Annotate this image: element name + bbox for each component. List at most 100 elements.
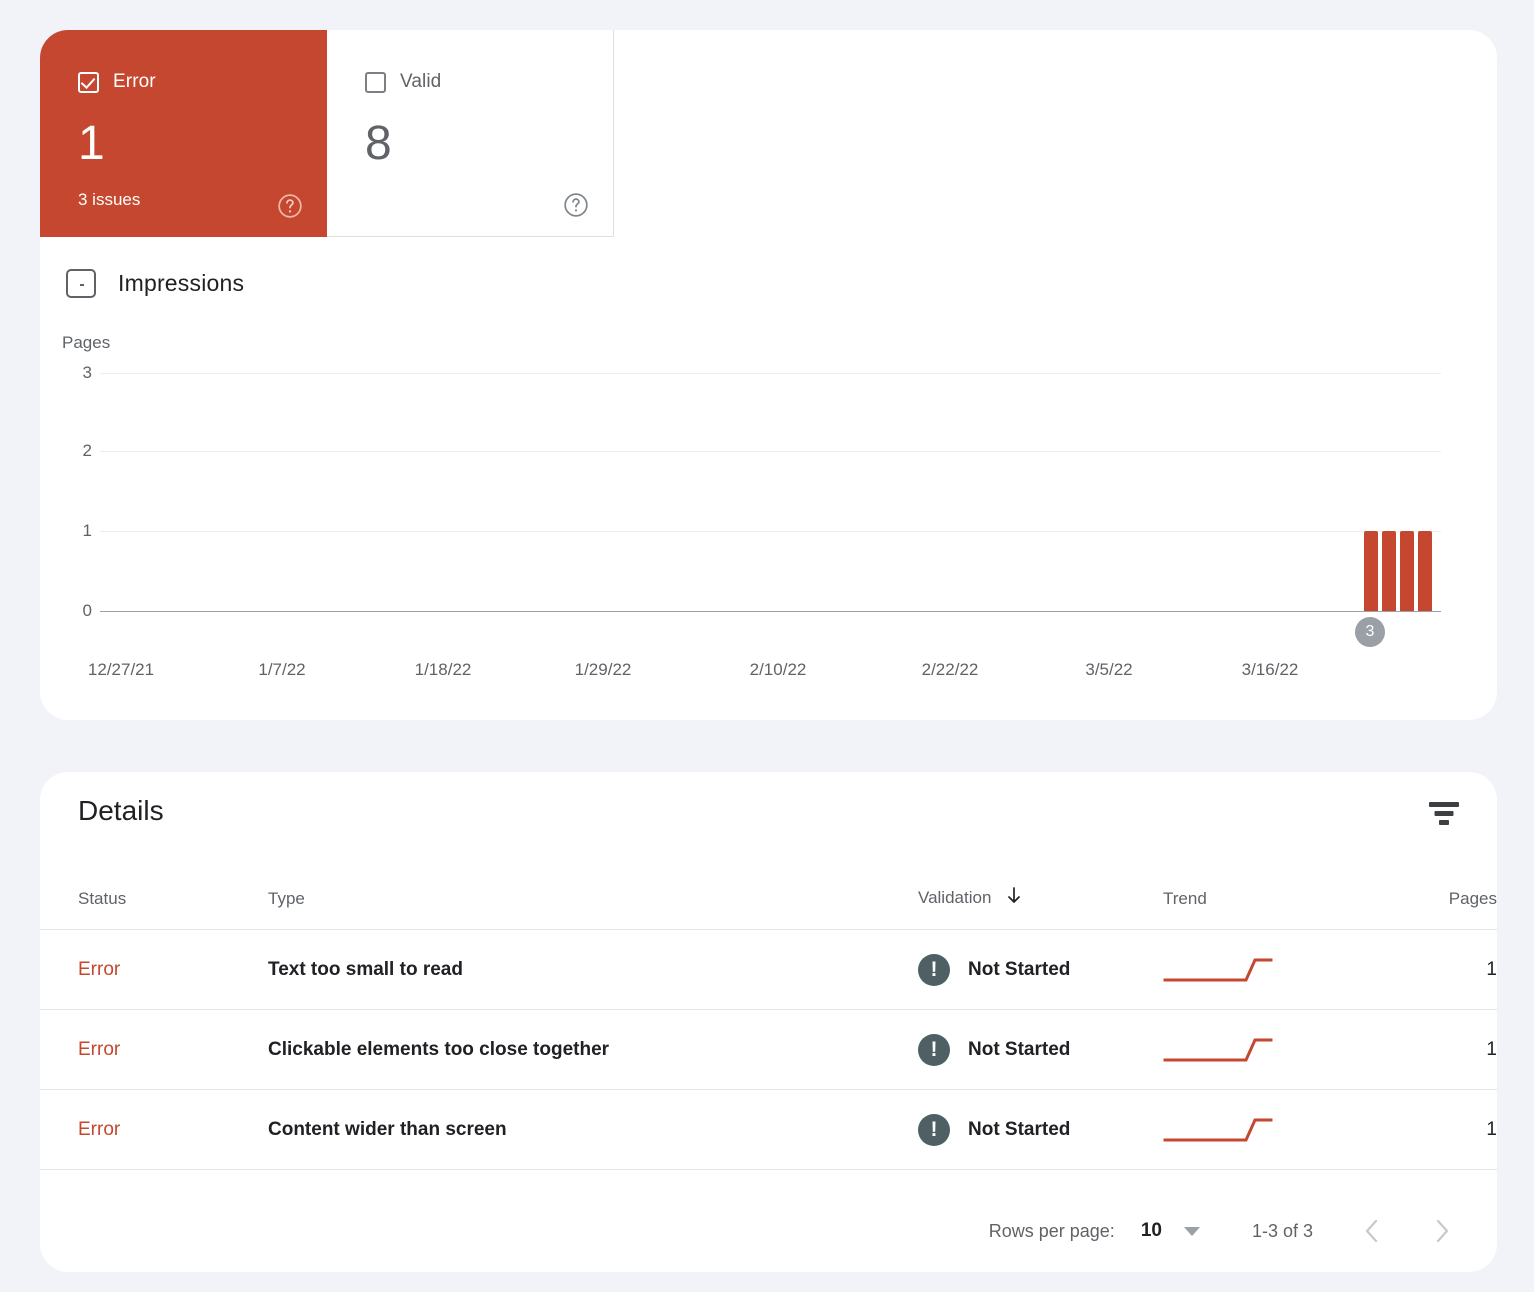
status-tabs: Error 1 3 issues Valid 8 — [40, 30, 614, 237]
validation-label: Not Started — [968, 1118, 1071, 1140]
x-tick-3: 1/29/22 — [574, 660, 632, 679]
exclamation-circle-icon: ! — [918, 953, 950, 986]
validation-status: ! Not Started — [918, 1113, 1163, 1146]
exclamation-circle-icon: ! — [918, 1033, 950, 1066]
chart-bar — [1400, 531, 1414, 611]
cell-status: Error — [40, 1009, 268, 1090]
column-header-validation-label: Validation — [918, 887, 992, 907]
issue-type-label: Content wider than screen — [268, 1118, 507, 1140]
trend-sparkline-icon — [1163, 1038, 1273, 1061]
gridline-3 — [100, 373, 1441, 374]
x-tick-6: 3/5/22 — [1085, 660, 1133, 679]
validation-status: ! Not Started — [918, 1033, 1163, 1066]
impressions-label: Impressions — [118, 269, 245, 296]
cell-pages: 1 — [1393, 929, 1497, 1010]
impressions-checkbox[interactable] — [66, 268, 96, 298]
gridline-0 — [100, 611, 1441, 612]
summary-chart-card: Error 1 3 issues Valid 8 Impressions Pag… — [40, 30, 1497, 720]
y-tick-2: 2 — [82, 441, 92, 460]
table-body: Error Text too small to read ! Not Start… — [40, 929, 1497, 1170]
cell-validation: ! Not Started — [918, 929, 1163, 1010]
column-header-status[interactable]: Status — [40, 872, 268, 930]
rows-per-page-value[interactable]: 10 — [1141, 1220, 1162, 1242]
table-row[interactable]: Error Content wider than screen ! Not St… — [40, 1089, 1497, 1170]
chart-annotation-badge: 3 — [1355, 617, 1385, 647]
cell-type: Clickable elements too close together — [268, 1009, 918, 1090]
x-tick-4: 2/10/22 — [749, 660, 807, 679]
cell-type: Text too small to read — [268, 929, 918, 1010]
filter-bar-middle — [1434, 811, 1454, 816]
page-title: Details — [78, 795, 164, 826]
impressions-toggle[interactable]: Impressions — [66, 263, 244, 303]
column-header-validation[interactable]: Validation — [918, 872, 1163, 930]
error-count: 1 — [78, 117, 105, 170]
cell-validation: ! Not Started — [918, 1009, 1163, 1090]
x-tick-2: 1/18/22 — [414, 660, 472, 679]
column-header-pages[interactable]: Pages — [1393, 872, 1497, 930]
chart-bar — [1382, 531, 1396, 611]
table-row[interactable]: Error Clickable elements too close toget… — [40, 1009, 1497, 1090]
error-subtext: 3 issues — [78, 190, 141, 209]
chart-bar — [1418, 531, 1432, 611]
validation-label: Not Started — [968, 1038, 1071, 1060]
trend-sparkline-icon — [1163, 1118, 1273, 1141]
help-circle-icon[interactable] — [563, 192, 589, 218]
trend-sparkline-icon — [1163, 958, 1273, 981]
chart-bar — [1364, 531, 1378, 611]
cell-pages: 1 — [1393, 1009, 1497, 1090]
chevron-right-icon[interactable] — [1425, 1214, 1459, 1248]
help-circle-icon[interactable] — [277, 193, 303, 219]
y-tick-0: 0 — [82, 601, 92, 620]
gridline-1 — [100, 531, 1441, 532]
cell-status: Error — [40, 1089, 268, 1170]
cell-trend — [1163, 1089, 1393, 1170]
table-header: Status Type Validation Trend Pages — [40, 872, 1497, 930]
issue-type-label: Text too small to read — [268, 958, 463, 980]
table-pagination: Rows per page: 10 1-3 of 3 — [40, 1190, 1497, 1272]
error-checkbox[interactable] — [78, 71, 99, 93]
pages-count: 1 — [1486, 958, 1497, 980]
x-tick-1: 1/7/22 — [258, 660, 306, 679]
valid-label: Valid — [400, 71, 442, 92]
filter-icon[interactable] — [1427, 800, 1461, 830]
valid-checkbox[interactable] — [365, 71, 386, 93]
column-header-type[interactable]: Type — [268, 872, 918, 930]
x-tick-7: 3/16/22 — [1241, 660, 1299, 679]
pagination-range-label: 1-3 of 3 — [1251, 1220, 1313, 1241]
details-card: Details Status Type Validation Trend Pag… — [40, 772, 1497, 1272]
column-header-trend[interactable]: Trend — [1163, 872, 1393, 930]
y-tick-1: 1 — [82, 521, 92, 540]
rows-per-page-label: Rows per page: — [988, 1220, 1115, 1241]
chevron-down-icon[interactable] — [1183, 1226, 1200, 1236]
pages-count: 1 — [1486, 1118, 1497, 1140]
issue-type-label: Clickable elements too close together — [268, 1038, 610, 1060]
status-card-error[interactable]: Error 1 3 issues — [40, 30, 327, 237]
validation-status: ! Not Started — [918, 953, 1163, 986]
cell-trend — [1163, 929, 1393, 1010]
status-card-valid-header: Valid — [365, 70, 585, 94]
pages-count: 1 — [1486, 1038, 1497, 1060]
sort-arrow-down-icon — [1005, 886, 1023, 911]
error-label: Error — [113, 71, 156, 92]
cell-status: Error — [40, 929, 268, 1010]
x-tick-0: 12/27/21 — [87, 660, 155, 679]
x-tick-5: 2/22/22 — [921, 660, 979, 679]
status-badge: Error — [78, 958, 121, 980]
status-card-error-header: Error — [78, 70, 299, 94]
cell-trend — [1163, 1009, 1393, 1090]
y-tick-3: 3 — [82, 363, 92, 382]
cell-pages: 1 — [1393, 1089, 1497, 1170]
validation-label: Not Started — [968, 958, 1071, 980]
valid-count: 8 — [365, 117, 392, 170]
exclamation-circle-icon: ! — [918, 1113, 950, 1146]
cell-type: Content wider than screen — [268, 1089, 918, 1170]
status-card-valid[interactable]: Valid 8 — [327, 30, 614, 237]
table-header-row: Status Type Validation Trend Pages — [40, 872, 1497, 930]
chevron-left-icon[interactable] — [1355, 1214, 1389, 1248]
filter-bar-top — [1429, 802, 1459, 807]
filter-bar-bottom — [1439, 820, 1449, 825]
issues-table: Status Type Validation Trend Pages Error… — [40, 872, 1497, 1170]
chart-y-axis-title: Pages — [62, 333, 111, 352]
table-row[interactable]: Error Text too small to read ! Not Start… — [40, 929, 1497, 1010]
gridline-2 — [100, 451, 1441, 452]
